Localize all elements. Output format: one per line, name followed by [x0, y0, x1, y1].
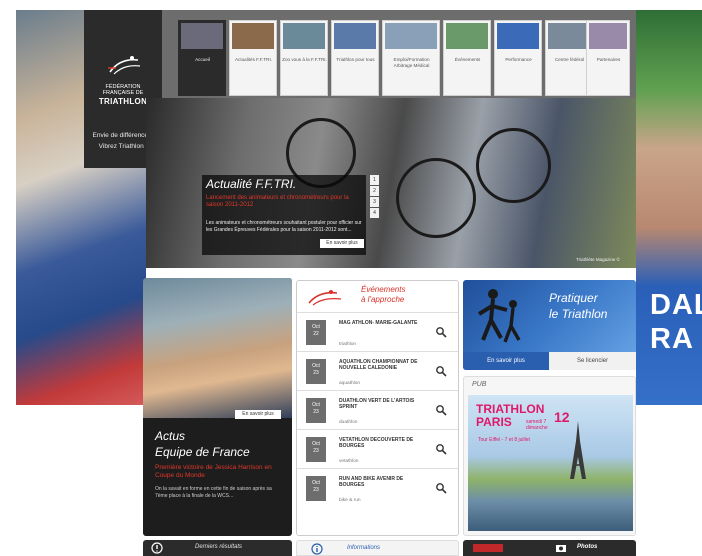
- hero-highlight: Lancement des animateurs et chronométreu…: [206, 195, 349, 208]
- athletes-silhouette-icon: [477, 289, 521, 343]
- nav-thumb: [589, 23, 627, 49]
- camera-icon: [556, 545, 566, 552]
- nav-thumb: [232, 23, 274, 49]
- event-sport: triathlon: [339, 342, 357, 347]
- ad-subtitle: Tour Eiffel - 7 et 8 juillet: [478, 437, 530, 443]
- pub-label: PUB: [472, 381, 487, 388]
- hero-page-2[interactable]: 2: [370, 186, 379, 196]
- news-title: Actus Equipe de France: [155, 429, 250, 459]
- event-date-badge: Oct 23: [306, 476, 326, 501]
- event-name: VETATHLON DECOUVERTE DE BOURGES: [339, 437, 414, 449]
- nav-thumb: [385, 23, 437, 49]
- info-icon: [311, 543, 323, 555]
- magnifier-icon[interactable]: [435, 404, 447, 416]
- events-panel: Événements à l'approche Oct 22 MAG ATHLO…: [296, 280, 459, 536]
- triathlon-runner-icon: [108, 56, 141, 75]
- ad-triathlon-text: TRIATHLON: [476, 402, 545, 416]
- nav-item-partenaires[interactable]: Partenaires: [586, 20, 630, 96]
- nav-thumb: [497, 23, 539, 49]
- right-column: Pratiquer le Triathlon En savoir plus Se…: [463, 280, 636, 536]
- results-bar[interactable]: Derniers résultats: [143, 540, 292, 556]
- magnifier-icon[interactable]: [435, 482, 447, 494]
- ad-paris-text: PARIS: [476, 415, 512, 429]
- event-sport: duathlon: [339, 420, 358, 425]
- event-sport: vetathlon: [339, 459, 359, 464]
- pratiquer-more-button[interactable]: En savoir plus: [463, 352, 549, 370]
- event-date-badge: Oct 23: [306, 437, 326, 462]
- pratiquer-title: Pratiquer le Triathlon: [549, 291, 608, 321]
- event-row[interactable]: Oct 23 VETATHLON DECOUVERTE DE BOURGES v…: [297, 431, 458, 469]
- main-navigation: Accueil Actualités F.F.TRI. Zoo vous à l…: [162, 10, 636, 98]
- bike-wheel-shape: [396, 158, 476, 238]
- hero-page-3[interactable]: 3: [370, 197, 379, 207]
- bike-wheel-shape: [476, 128, 551, 203]
- magnifier-icon[interactable]: [435, 443, 447, 455]
- nav-item-emploi-formation[interactable]: Emploi/Formation Arbitrage Médical: [382, 20, 440, 96]
- triathlon-paris-ad[interactable]: TRIATHLON PARIS samedi 7 dimanche 12 Tou…: [468, 395, 633, 531]
- hero-page-1[interactable]: 1: [370, 175, 379, 185]
- news-more-button[interactable]: En savoir plus: [235, 410, 281, 419]
- event-sport: bike & run: [339, 498, 361, 503]
- background-jersey-text: DAL RA: [650, 289, 702, 355]
- event-row[interactable]: Oct 22 MAG ATHLON- MARIE-GALANTE triathl…: [297, 314, 458, 352]
- nav-thumb: [334, 23, 376, 49]
- hero-body: Les animateurs et chronométreurs souhait…: [206, 220, 362, 233]
- event-date-badge: Oct 23: [306, 359, 326, 384]
- ad-date-text: samedi 7 dimanche: [526, 419, 548, 431]
- video-logo: [473, 544, 503, 552]
- event-name: RUN AND BIKE AVENIR DE BOURGES: [339, 476, 404, 488]
- nav-item-zoo-vous[interactable]: Zoo vous à la F.F.TRI.: [280, 20, 328, 96]
- athlete-photo: [143, 278, 292, 418]
- advertisement-panel: PUB TRIATHLON PARIS samedi 7 dimanche 12…: [463, 376, 636, 536]
- nav-item-performance[interactable]: Performance: [494, 20, 542, 96]
- event-row[interactable]: Oct 23 DUATHLON VERT DE L'ARTOIS SPRINT …: [297, 392, 458, 430]
- nav-thumb: [446, 23, 488, 49]
- nav-item-actualites[interactable]: Actualités F.F.TRI.: [229, 20, 277, 96]
- events-title: Événements à l'approche: [361, 285, 406, 304]
- hero-page-4[interactable]: 4: [370, 208, 379, 218]
- nav-item-evenements[interactable]: Événements: [443, 20, 491, 96]
- logo-line-2: FRANÇAISE DE: [102, 90, 144, 96]
- hero-title: Actualité F.F.TRI.: [206, 177, 297, 191]
- results-label: Derniers résultats: [195, 544, 243, 550]
- license-button[interactable]: Se licencier: [549, 352, 636, 370]
- hero-pager: 1 2 3 4: [370, 175, 379, 219]
- event-name: MAG ATHLON- MARIE-GALANTE: [339, 320, 418, 326]
- event-name: AQUATHLON CHAMPIONNAT DE NOUVELLE CALEDO…: [339, 359, 418, 371]
- event-row[interactable]: Oct 23 AQUATHLON CHAMPIONNAT DE NOUVELLE…: [297, 353, 458, 391]
- eiffel-tower-icon: [570, 421, 586, 479]
- photos-bar[interactable]: Photos: [463, 540, 636, 556]
- event-row[interactable]: Oct 23 RUN AND BIKE AVENIR DE BOURGES bi…: [297, 470, 458, 508]
- nav-item-pour-tous[interactable]: Triathlon pour tous: [331, 20, 379, 96]
- event-sport: aquathlon: [339, 381, 361, 386]
- hero-more-button[interactable]: En savoir plus: [320, 239, 364, 248]
- event-date-badge: Oct 23: [306, 398, 326, 423]
- nav-thumb: [283, 23, 325, 49]
- events-header: Événements à l'approche: [297, 281, 458, 313]
- photos-label: Photos: [577, 544, 598, 550]
- hero-banner[interactable]: Actualité F.F.TRI. Lancement des animate…: [146, 98, 636, 268]
- hero-credit: Triathlète Magazine ©: [576, 257, 620, 262]
- magnifier-icon[interactable]: [435, 365, 447, 377]
- info-label: Informations: [347, 545, 381, 551]
- info-bar[interactable]: Informations: [296, 540, 459, 556]
- nav-thumb: [181, 23, 223, 49]
- nav-item-accueil[interactable]: Accueil: [178, 20, 226, 96]
- news-highlight: Première victoire de Jessica Harrison en…: [155, 464, 272, 479]
- magnifier-icon[interactable]: [435, 326, 447, 338]
- hero-caption: Actualité F.F.TRI. Lancement des animate…: [202, 175, 366, 255]
- news-equipe-de-france[interactable]: En savoir plus Actus Equipe de France Pr…: [143, 278, 292, 536]
- alert-icon: [151, 542, 163, 554]
- triathlon-logo-icon: [308, 290, 342, 306]
- event-name: DUATHLON VERT DE L'ARTOIS SPRINT: [339, 398, 415, 410]
- nav-thumb: [548, 23, 590, 49]
- news-body: On la savait en forme en cette fin de sa…: [155, 486, 272, 499]
- event-date-badge: Oct 22: [306, 320, 326, 345]
- pratiquer-panel[interactable]: Pratiquer le Triathlon En savoir plus Se…: [463, 280, 636, 370]
